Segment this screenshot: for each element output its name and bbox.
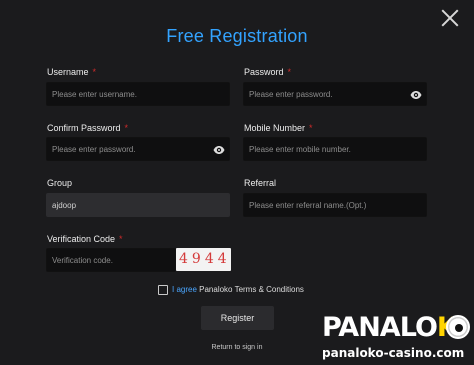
logo-main-text: PANALO [322, 312, 438, 343]
required-mark: * [309, 123, 313, 133]
username-label: Username * [47, 67, 96, 77]
required-mark: * [119, 234, 123, 244]
terms-text: I agree Panaloko Terms & Conditions [172, 285, 304, 294]
eye-icon[interactable] [410, 89, 422, 101]
modal-title: Free Registration [166, 26, 308, 46]
verification-code-input[interactable] [47, 249, 175, 271]
close-icon[interactable] [440, 8, 460, 28]
confirm-password-label-text: Confirm Password [47, 123, 121, 133]
referral-label-text: Referral [244, 178, 277, 188]
group-label: Group [47, 178, 72, 188]
password-label: Password * [244, 67, 291, 77]
password-input[interactable] [244, 83, 426, 105]
verification-code-field[interactable] [46, 248, 176, 272]
referral-field[interactable] [243, 193, 427, 217]
referral-label: Referral [244, 178, 276, 188]
mobile-number-label-text: Mobile Number [244, 123, 306, 133]
referral-input[interactable] [244, 194, 426, 216]
required-mark: * [92, 67, 97, 77]
mobile-number-field[interactable] [243, 137, 427, 161]
captcha-image[interactable]: 4944 [176, 248, 231, 271]
agree-prefix: I agree [172, 285, 197, 294]
mobile-number-input[interactable] [244, 138, 426, 160]
confirm-password-field[interactable] [46, 137, 230, 161]
confirm-password-label: Confirm Password * [47, 123, 128, 133]
username-field[interactable] [46, 82, 230, 106]
required-mark: * [287, 67, 292, 77]
mobile-number-label: Mobile Number * [244, 123, 313, 133]
terms-checkbox[interactable] [158, 285, 168, 295]
password-label-text: Password [244, 67, 284, 77]
panaloko-logo: PANALOK panaloko-casino.com [322, 312, 472, 364]
username-label-text: Username [47, 67, 89, 77]
eye-icon[interactable] [213, 144, 225, 156]
username-input[interactable] [47, 83, 229, 105]
group-label-text: Group [47, 178, 73, 188]
register-button[interactable]: Register [201, 306, 274, 330]
password-field[interactable] [243, 82, 427, 106]
soccer-ball-icon [446, 315, 470, 339]
required-mark: * [124, 123, 129, 133]
confirm-password-input[interactable] [47, 138, 229, 160]
group-field[interactable] [46, 193, 230, 217]
terms-link[interactable]: Panaloko Terms & Conditions [197, 285, 304, 294]
logo-wordmark: PANALOK [322, 312, 458, 343]
logo-domain: panaloko-casino.com [322, 346, 465, 360]
registration-modal: Free Registration Username* Password* Co… [0, 0, 474, 365]
captcha-text: 4944 [179, 251, 231, 267]
verification-code-label: Verification Code * [47, 234, 123, 244]
group-input[interactable] [47, 194, 229, 216]
verification-code-label-text: Verification Code [47, 234, 116, 244]
